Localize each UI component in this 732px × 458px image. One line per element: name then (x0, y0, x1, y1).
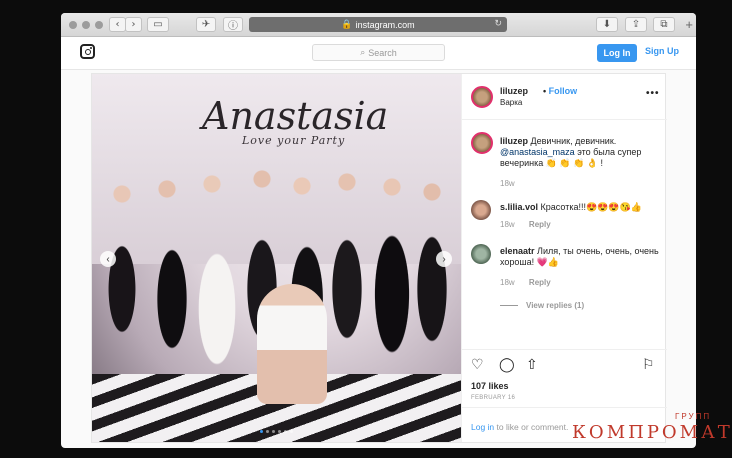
login-link[interactable]: Log in (471, 422, 494, 432)
share-icon[interactable]: ⇪ (625, 17, 647, 32)
comment-avatar[interactable] (471, 244, 491, 264)
zoom-window-icon[interactable] (95, 21, 103, 29)
separator: • (543, 86, 547, 96)
follow-label: Follow (548, 86, 578, 96)
post-sidebar: liluzep • Follow Варка ••• liluzep Девич… (461, 74, 667, 442)
search-input[interactable]: ⌕ Search (312, 44, 445, 61)
watermark-small: ГРУПП (675, 412, 712, 421)
url-text: instagram.com (355, 19, 415, 30)
comment: elenaatr Лиля, ты очень, очень, очень хо… (500, 246, 660, 268)
forward-icon[interactable]: › (125, 17, 142, 32)
tabs-icon[interactable]: ⧉ (653, 17, 675, 32)
comment-username[interactable]: elenaatr (500, 246, 535, 256)
caption-username[interactable]: liluzep (500, 136, 528, 146)
comment-username[interactable]: s.lilia.vol (500, 202, 538, 212)
post-photo[interactable]: Anastasia Love your Party ‹ › (92, 74, 461, 442)
post-location[interactable]: Варка (500, 98, 522, 107)
back-icon[interactable]: ‹ (109, 17, 126, 32)
close-window-icon[interactable] (69, 21, 77, 29)
login-button[interactable]: Log In (597, 44, 637, 62)
watermark-logo: КОМПРОМАТ (572, 422, 732, 443)
browser-toolbar: ‹ › ▭ ✈ ⓘ 🔒 instagram.com ↻ ⬇ ⇪ ⧉ + (61, 13, 696, 37)
more-options-icon[interactable]: ••• (646, 88, 660, 99)
instagram-header: ⌕ Search Log In Sign Up (61, 37, 696, 70)
info-icon[interactable]: ⓘ (223, 17, 243, 32)
bookmark-icon[interactable]: ⚐ (642, 357, 655, 373)
search-placeholder: Search (368, 47, 397, 58)
address-bar[interactable]: 🔒 instagram.com ↻ (249, 17, 507, 32)
view-replies-button[interactable]: View replies (1) (500, 301, 584, 310)
author-username[interactable]: liluzep (500, 86, 528, 96)
reload-icon[interactable]: ↻ (494, 18, 502, 29)
comment-avatar[interactable] (471, 200, 491, 220)
photo-sign-subtext: Love your Party (242, 134, 346, 147)
caption-avatar[interactable] (471, 132, 493, 154)
browser-window: ‹ › ▭ ✈ ⓘ 🔒 instagram.com ↻ ⬇ ⇪ ⧉ + ⌕ Se… (61, 13, 696, 448)
new-tab-icon[interactable]: + (685, 17, 693, 32)
carousel-next-icon[interactable]: › (436, 251, 452, 267)
caption-mention[interactable]: @anastasia_maza (500, 147, 575, 157)
minimize-window-icon[interactable] (82, 21, 90, 29)
author-avatar[interactable] (471, 86, 493, 108)
search-icon: ⌕ (360, 47, 366, 57)
caption-age: 18w (500, 179, 515, 188)
sidebar-icon[interactable]: ▭ (147, 17, 169, 32)
like-heart-icon[interactable]: ♡ (471, 357, 484, 373)
reply-button[interactable]: Reply (529, 220, 551, 229)
likes-count[interactable]: 107 likes (471, 381, 509, 391)
follow-button[interactable]: • Follow (543, 86, 577, 96)
caption: liluzep Девичник, девичник. @anastasia_m… (500, 136, 660, 169)
share-icon[interactable]: ⇧ (526, 357, 538, 373)
photo-seated-person (257, 284, 327, 404)
post-header: liluzep • Follow Варка ••• (462, 74, 667, 120)
comment-age: 18w (500, 220, 515, 229)
reply-button[interactable]: Reply (529, 278, 551, 287)
comment-bubble-icon[interactable]: ◯ (499, 357, 515, 373)
carousel-prev-icon[interactable]: ‹ (100, 251, 116, 267)
lock-icon: 🔒 (341, 19, 353, 29)
comment-age: 18w (500, 278, 515, 287)
login-prompt-text: to like or comment. (496, 422, 569, 432)
comment-meta: 18w Reply (500, 278, 551, 287)
instagram-logo-icon[interactable] (80, 44, 95, 59)
comment-meta: 18w Reply (500, 220, 551, 229)
post-card: Anastasia Love your Party ‹ › liluzep • … (91, 73, 667, 443)
photo-sign-text: Anastasia (202, 94, 389, 138)
carousel-dots (260, 430, 293, 433)
caption-text-prefix: Девичник, девичник. (530, 136, 617, 146)
comment: s.lilia.vol Красотка!!!😍😍😍😘👍 (500, 202, 660, 213)
download-icon[interactable]: ⬇ (596, 17, 618, 32)
signup-link[interactable]: Sign Up (645, 46, 679, 56)
post-date: FEBRUARY 16 (471, 395, 516, 401)
comment-text: Красотка!!!😍😍😍😘👍 (540, 202, 643, 212)
share-extension-icon[interactable]: ✈ (196, 17, 216, 32)
